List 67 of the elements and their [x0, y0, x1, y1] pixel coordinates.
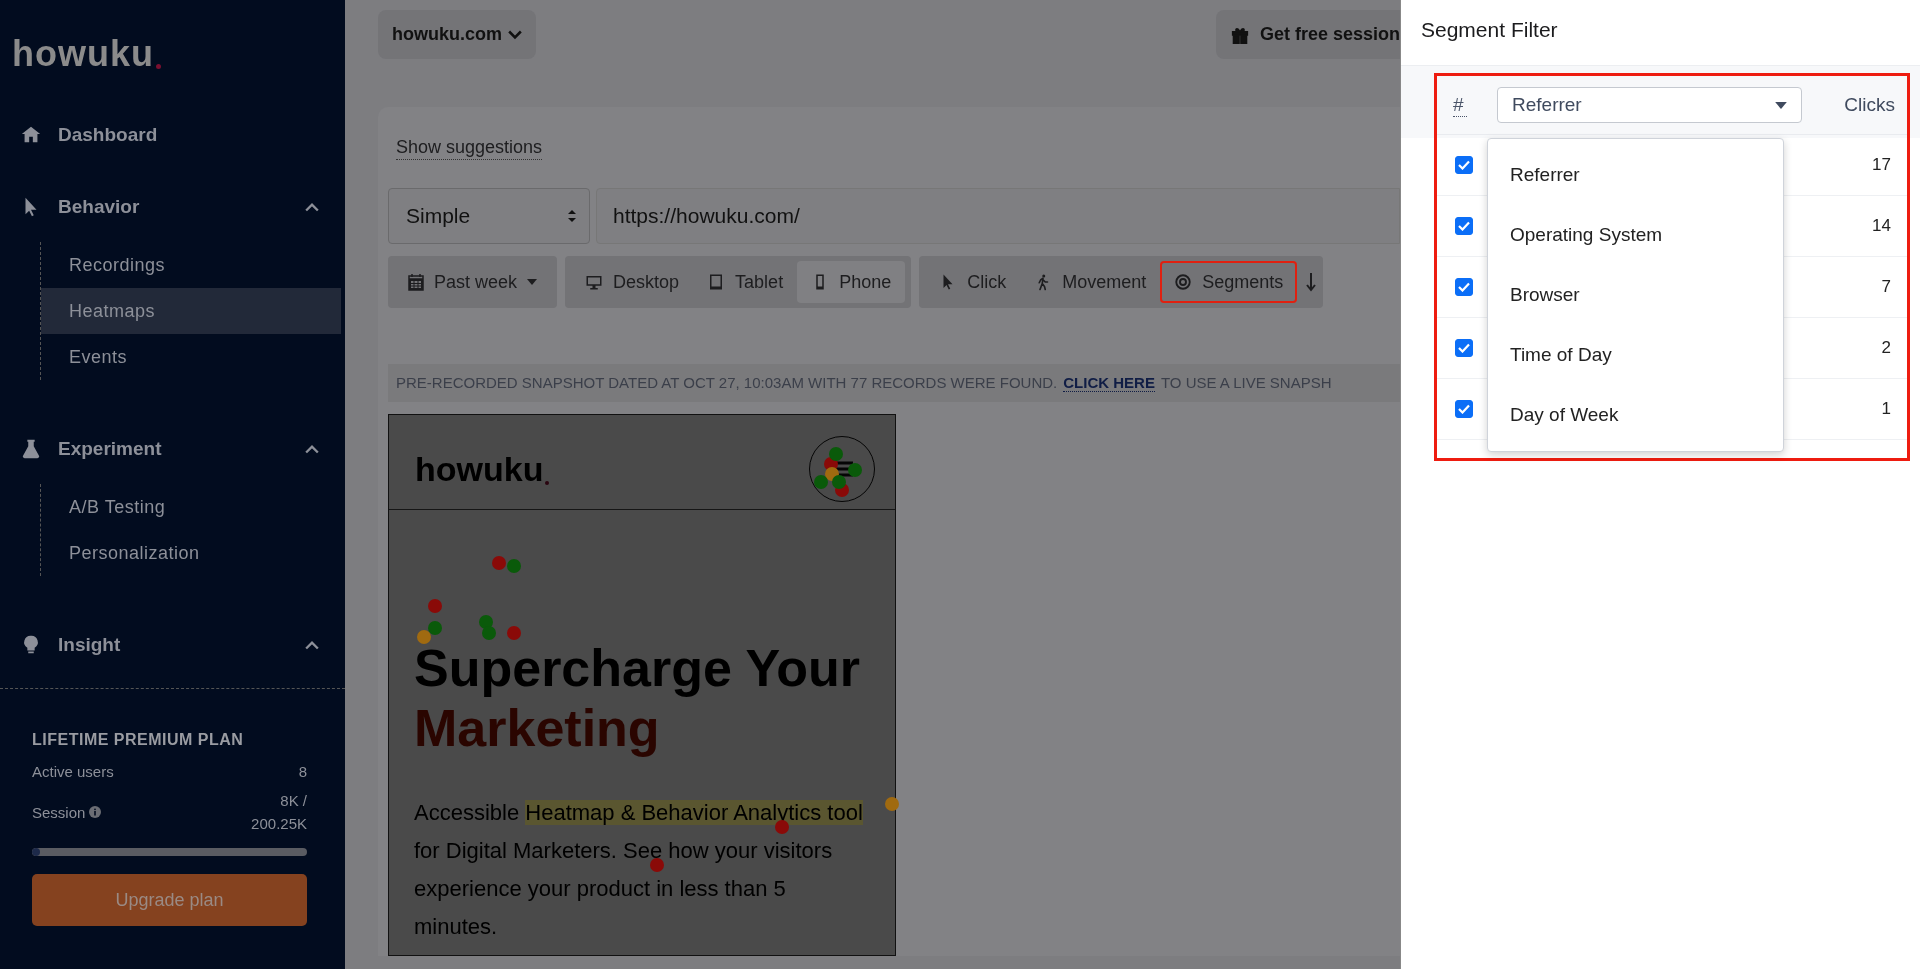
- chevron-up-icon: [305, 202, 319, 212]
- plan-title: LIFETIME PREMIUM PLAN: [32, 731, 245, 749]
- nav-subitem[interactable]: Recordings: [41, 242, 341, 288]
- column-header: #: [1453, 93, 1467, 117]
- chevron-up-icon: [305, 444, 319, 454]
- menu-option[interactable]: Operating System: [1488, 205, 1783, 265]
- target-icon: [1174, 273, 1193, 291]
- nav-item[interactable]: Dashboard: [0, 110, 345, 160]
- device-tab[interactable]: Desktop: [571, 261, 694, 303]
- stat-value: 8K /: [280, 792, 307, 809]
- flask-icon: [20, 438, 42, 460]
- menu-option[interactable]: Browser: [1488, 265, 1783, 325]
- row-checkbox[interactable]: [1455, 400, 1473, 418]
- caret-down-icon: [1775, 101, 1787, 109]
- stat-value: 8: [298, 763, 307, 780]
- device-tab[interactable]: Tablet: [693, 261, 798, 303]
- notice-text: TO USE A LIVE SNAPSH: [1160, 374, 1332, 392]
- calendar-icon: [408, 273, 424, 291]
- clicks-cell: 7: [1881, 277, 1891, 297]
- info-icon[interactable]: [89, 806, 102, 818]
- logo[interactable]: howuku: [12, 36, 154, 72]
- preview-logo: howuku: [415, 449, 544, 489]
- preview-headline: Supercharge Your Marketing: [414, 638, 861, 758]
- preview-paragraph: Accessible Heatmap & Behavior Analytics tool for Digital Marketers. See how your visitors experience your product in less than 5 minutes.: [414, 799, 864, 941]
- row-checkbox[interactable]: [1455, 339, 1473, 357]
- logo-dot-icon: [545, 480, 550, 485]
- mode-select[interactable]: Simple: [388, 188, 590, 244]
- nav-subitem[interactable]: Heatmaps: [41, 288, 341, 334]
- clicks-cell: 14: [1872, 216, 1891, 236]
- clicks-cell: 2: [1881, 338, 1891, 358]
- clicks-cell: 17: [1872, 155, 1891, 175]
- notice-text: PRE-RECORDED SNAPSHOT DATED AT OCT 27, 10:03AM WITH 77 RECORDS WERE FOUND.: [396, 374, 1058, 392]
- nav-subitem[interactable]: Events: [41, 334, 341, 380]
- nav-group[interactable]: Insight: [0, 620, 345, 670]
- chevron-up-icon: [305, 640, 319, 650]
- free-sessions-button[interactable]: Get free session: [1215, 10, 1400, 59]
- nav-subitem[interactable]: A/B Testing: [41, 484, 341, 530]
- nav-group[interactable]: Experiment: [0, 424, 345, 474]
- url-field[interactable]: https://howuku.com/: [596, 188, 1400, 244]
- arrow-down-icon[interactable]: [1305, 272, 1318, 292]
- nav-group[interactable]: Behavior: [0, 182, 345, 232]
- chevron-down-icon: [508, 29, 522, 40]
- view-mode-button[interactable]: Movement: [1020, 261, 1161, 303]
- panel-title: Segment Filter: [1420, 17, 1559, 43]
- logo-dot-icon: [156, 64, 161, 69]
- row-checkbox[interactable]: [1455, 156, 1473, 174]
- view-mode-button[interactable]: Segments: [1160, 261, 1298, 303]
- stat-value: 200.25K: [251, 815, 307, 832]
- row-checkbox[interactable]: [1455, 278, 1473, 296]
- stat-label: Active users: [32, 763, 114, 780]
- suggestions-link[interactable]: Show suggestions: [396, 137, 543, 160]
- menu-option[interactable]: Time of Day: [1488, 325, 1783, 385]
- caret-down-icon: [527, 279, 538, 285]
- column-header: Clicks: [1844, 94, 1895, 116]
- menu-option[interactable]: Day of Week: [1488, 385, 1783, 445]
- stat-label: Session: [32, 803, 86, 821]
- clicks-cell: 1: [1881, 399, 1891, 419]
- row-checkbox[interactable]: [1455, 217, 1473, 235]
- view-mode-button[interactable]: Click: [925, 261, 1021, 303]
- device-tab[interactable]: Phone: [797, 261, 906, 303]
- monitor-icon: [585, 273, 604, 291]
- sort-arrows-icon: [567, 209, 577, 223]
- menu-option[interactable]: Referrer: [1488, 145, 1783, 205]
- domain-dropdown[interactable]: howuku.com: [378, 10, 536, 59]
- live-snapshot-link[interactable]: CLICK HERE: [1063, 374, 1155, 392]
- nav-subitem[interactable]: Personalization: [41, 530, 341, 576]
- dimension-dropdown[interactable]: Referrer: [1497, 87, 1802, 123]
